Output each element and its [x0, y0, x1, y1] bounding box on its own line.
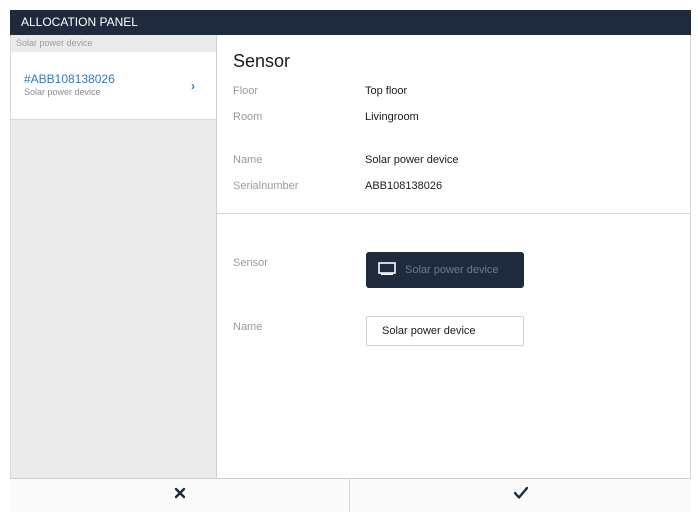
serial-value: ABB108138026	[365, 180, 443, 192]
sidebar-item-title: #ABB108138026	[24, 72, 115, 86]
sidebar-item-subtitle: Solar power device	[24, 87, 101, 97]
confirm-button[interactable]	[350, 479, 691, 512]
sidebar-item-device[interactable]: #ABB108138026 Solar power device ›	[11, 52, 216, 120]
section-title: Sensor	[233, 51, 291, 71]
serial-label: Serialnumber	[233, 180, 299, 192]
checkmark-icon	[513, 486, 529, 505]
name-value: Solar power device	[365, 154, 459, 166]
sensor-button-label: Solar power device	[405, 264, 499, 276]
allocation-panel: Solar power device #ABB108138026 Solar p…	[10, 35, 691, 478]
monitor-icon	[378, 262, 396, 278]
sensor-label: Sensor	[233, 257, 268, 269]
name-input[interactable]: Solar power device	[366, 316, 524, 346]
sidebar: Solar power device #ABB108138026 Solar p…	[11, 35, 217, 478]
sensor-select-button[interactable]: Solar power device	[366, 252, 524, 288]
section-divider	[217, 213, 691, 214]
room-value: Livingroom	[365, 111, 419, 123]
name-input-label: Name	[233, 321, 263, 333]
titlebar-title: ALLOCATION PANEL	[21, 15, 138, 29]
sidebar-header: Solar power device	[11, 35, 216, 53]
titlebar: ALLOCATION PANEL	[10, 10, 691, 35]
floor-label: Floor	[233, 85, 259, 97]
footer-bar	[10, 478, 691, 512]
name-label: Name	[233, 154, 263, 166]
floor-value: Top floor	[365, 85, 408, 97]
chevron-right-icon[interactable]: ›	[191, 79, 195, 93]
room-label: Room	[233, 111, 263, 123]
close-icon	[173, 486, 187, 505]
cancel-button[interactable]	[10, 479, 350, 512]
